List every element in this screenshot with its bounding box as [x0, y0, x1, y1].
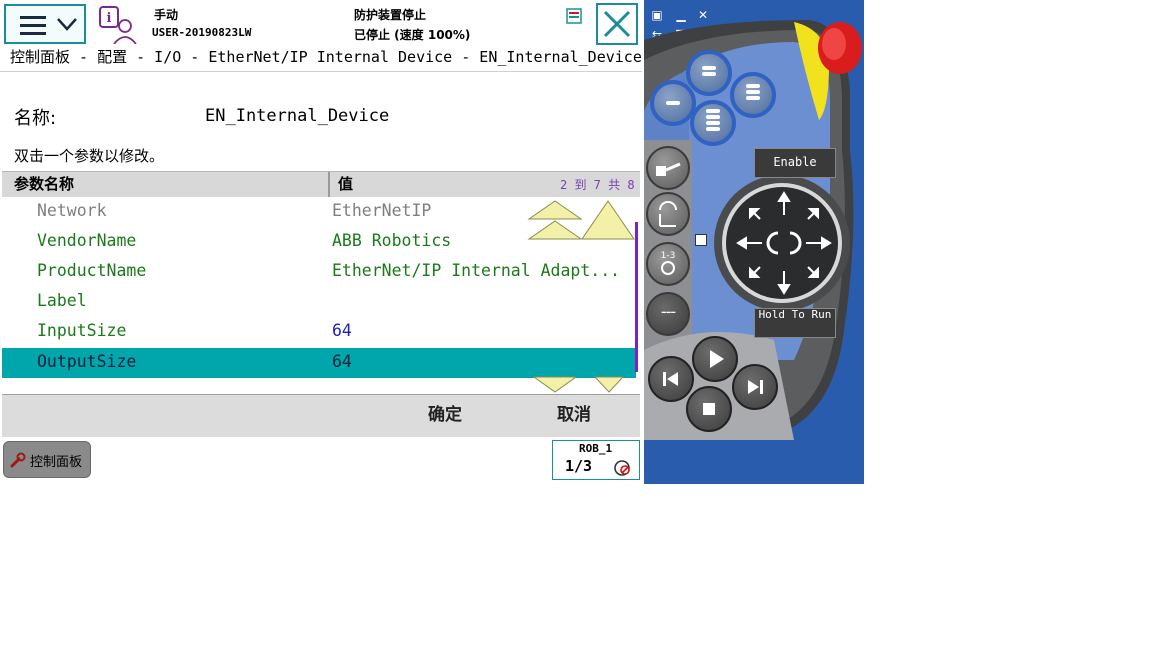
paging-indicator: 2 到 7 共 8 — [560, 178, 635, 192]
robot-unit-icon — [656, 162, 681, 176]
column-header-value: 值 — [338, 175, 354, 193]
parameter-name: Network — [37, 201, 107, 220]
dashes-icon: --- — [660, 302, 676, 321]
safety-state: 防护装置停止 — [354, 8, 427, 22]
main-menu-button[interactable] — [4, 4, 86, 44]
parameter-name: OutputSize — [37, 352, 137, 371]
programmable-key-3[interactable] — [730, 72, 776, 118]
table-row[interactable]: Label — [2, 287, 636, 317]
taskbar — [2, 437, 640, 483]
close-icon — [603, 10, 631, 38]
scroll-down-icon[interactable] — [592, 376, 626, 394]
start-button[interactable] — [692, 336, 738, 382]
ok-button[interactable]: 确定 — [428, 400, 462, 425]
breadcrumb: 控制面板 - 配置 - I/O - EtherNet/IP Internal D… — [10, 48, 642, 66]
instance-name: EN_Internal_Device — [205, 106, 390, 126]
chevron-down-icon — [57, 18, 77, 31]
controller-state: 已停止 (速度 100%) — [354, 28, 471, 42]
table-row[interactable]: ProductName EtherNet/IP Internal Adapt..… — [2, 257, 636, 287]
page-down-icon[interactable] — [530, 376, 580, 394]
enable-label: Enable — [773, 155, 817, 169]
enable-button[interactable]: Enable — [754, 148, 836, 178]
parameter-value: 64 — [332, 352, 352, 371]
parameter-name: InputSize — [37, 321, 127, 340]
operator-info-icon: i — [99, 6, 137, 45]
parameter-value: ABB Robotics — [332, 231, 452, 250]
quickset-mechanical-unit[interactable]: ROB_1 1/3 — [552, 440, 640, 480]
toggle-axes-button[interactable]: 1-3 — [646, 242, 690, 286]
hold-to-run-button[interactable]: Hold To Run — [754, 308, 836, 338]
virtual-pendant-panel: ▣ ▁ ✕ ⇆ ◙ 1-3 --- — [644, 0, 864, 484]
column-header-parameter: 参数名称 — [14, 175, 75, 193]
scrollbar[interactable] — [635, 222, 638, 372]
svg-text:i: i — [107, 11, 112, 26]
instruction-text: 双击一个参数以修改。 — [14, 147, 165, 165]
no-increment-icon — [614, 460, 630, 476]
parameter-name: Label — [37, 291, 87, 310]
programmable-key-1[interactable] — [686, 50, 732, 96]
step-forward-button[interactable] — [732, 364, 778, 410]
parameter-name: VendorName — [37, 231, 137, 250]
reorient-icon — [659, 201, 677, 227]
parameter-value: EtherNet/IP Internal Adapt... — [332, 261, 621, 280]
column-divider[interactable] — [328, 172, 330, 197]
programmable-key-4[interactable] — [690, 100, 736, 146]
close-button[interactable] — [596, 3, 638, 45]
system-name: USER-20190823LW — [152, 26, 252, 39]
increment-fraction: 1/3 — [565, 457, 593, 475]
toggle-increment-button[interactable]: --- — [646, 292, 690, 336]
axes-icon: 1-3 — [661, 251, 676, 275]
parameter-value: EtherNetIP — [332, 201, 432, 220]
stop-button[interactable] — [686, 386, 732, 432]
cancel-button[interactable]: 取消 — [557, 400, 591, 425]
joystick-lock-icon[interactable] — [695, 234, 707, 246]
step-forward-icon — [748, 380, 763, 394]
table-row[interactable]: InputSize 64 — [2, 317, 636, 347]
parameter-name: ProductName — [37, 261, 147, 280]
page-up-icon[interactable] — [526, 199, 584, 243]
event-log-button[interactable]: i — [96, 4, 142, 45]
scroll-up-icon[interactable] — [580, 199, 636, 243]
toggle-motion-mode-button[interactable] — [646, 192, 690, 236]
mechanical-unit-label: ROB_1 — [579, 442, 613, 455]
divider — [0, 71, 642, 72]
hold-to-run-label: Hold To Run — [758, 308, 832, 321]
select-mechanical-unit-button[interactable] — [646, 146, 690, 190]
operating-mode: 手动 — [154, 8, 179, 22]
programmable-key-2[interactable] — [650, 80, 696, 126]
joystick[interactable] — [724, 185, 844, 301]
status-bar: 手动 USER-20190823LW 防护装置停止 已停止 (速度 100%) — [146, 2, 590, 46]
step-backward-icon — [663, 372, 678, 386]
flexpendant-screen: i 手动 USER-20190823LW 防护装置停止 已停止 (速度 100%… — [0, 0, 644, 484]
hamburger-icon — [20, 11, 46, 40]
command-bar — [2, 394, 640, 438]
parameter-value: 64 — [332, 321, 352, 340]
taskbar-label: 控制面板 — [30, 455, 83, 470]
svg-text:1-3: 1-3 — [661, 251, 676, 261]
name-label: 名称: — [14, 108, 57, 129]
play-icon — [710, 350, 724, 368]
quickset-icon[interactable] — [566, 8, 582, 24]
taskbar-control-panel[interactable]: 控制面板 — [3, 441, 91, 478]
table-row-selected[interactable]: OutputSize 64 — [2, 348, 636, 378]
stop-icon — [703, 403, 715, 415]
wrench-icon — [10, 452, 26, 468]
table-header: 参数名称 值 2 到 7 共 8 — [2, 171, 640, 197]
